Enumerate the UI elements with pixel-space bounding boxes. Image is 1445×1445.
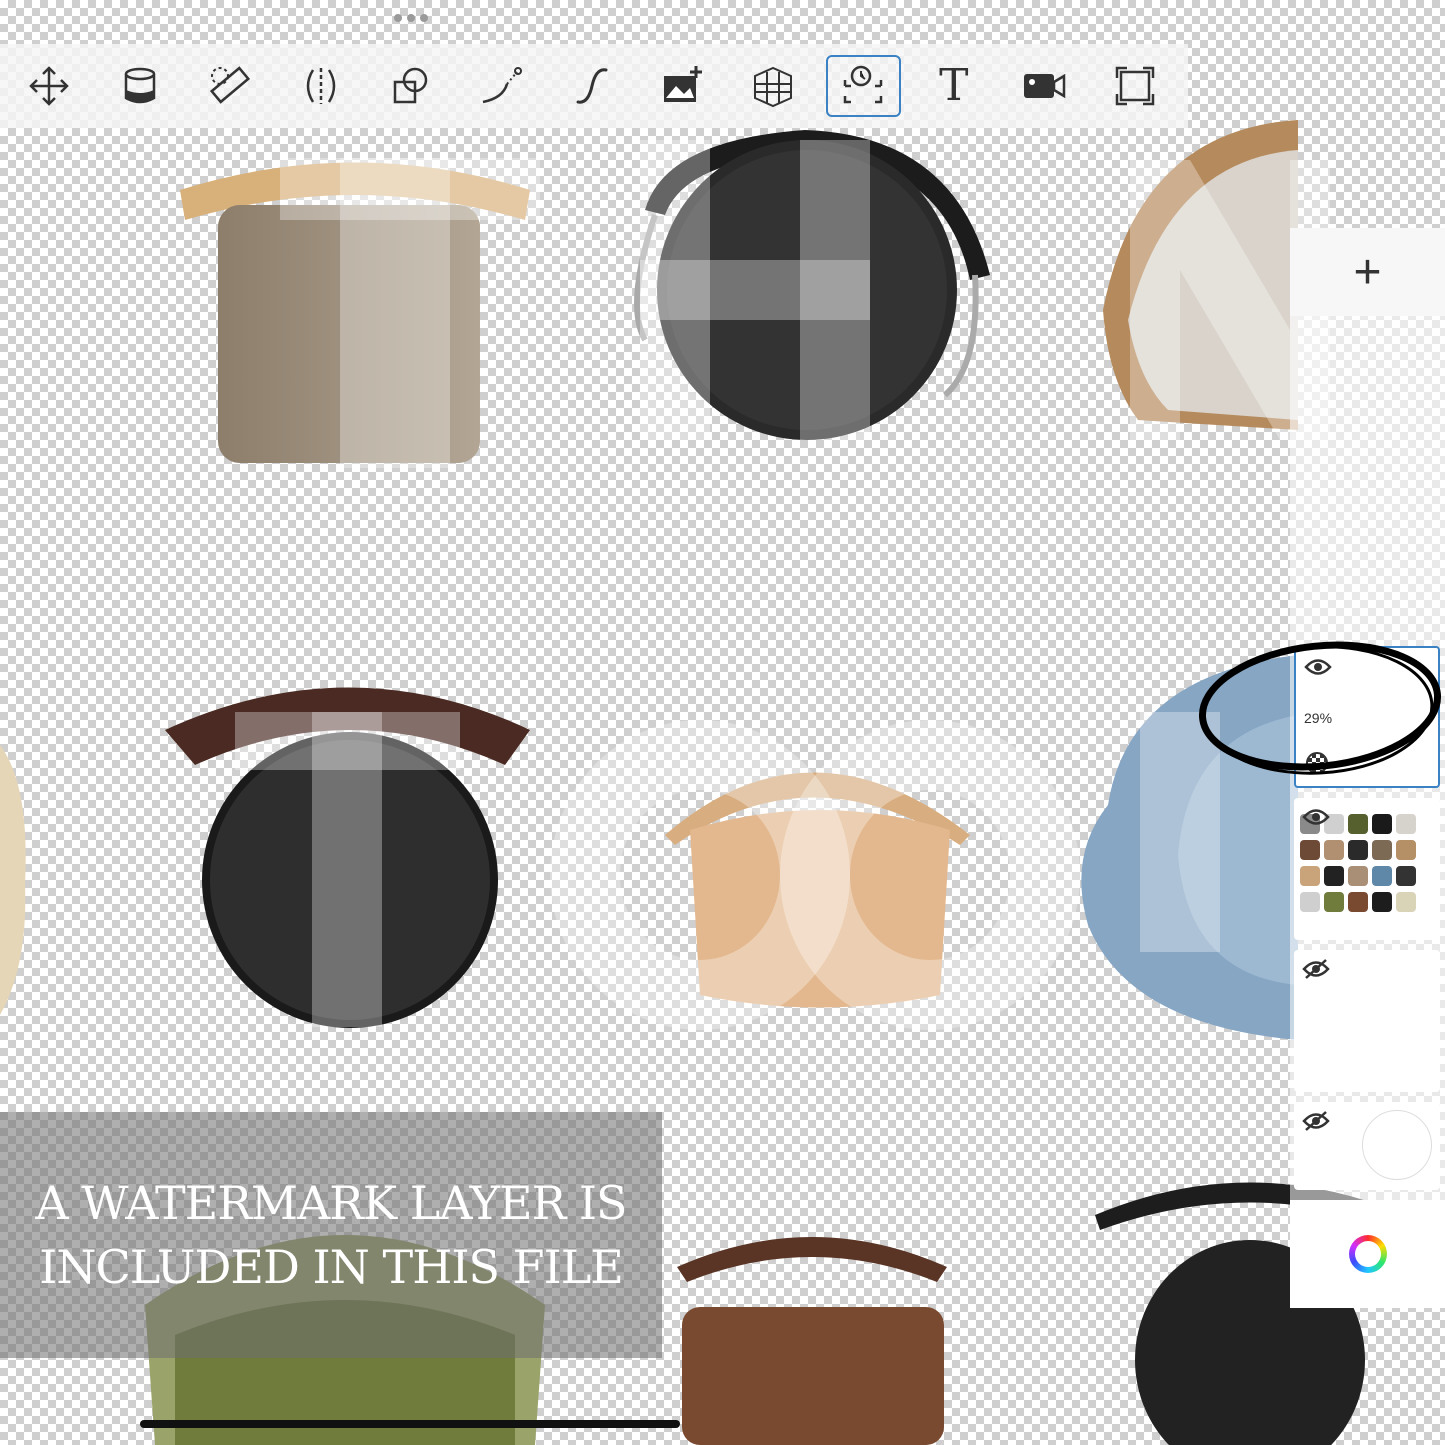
text-icon: T: [939, 60, 969, 111]
chair-wood-shell-beige: [1103, 120, 1298, 430]
notice-line-2: INCLUDED IN THIS FILE: [39, 1240, 624, 1294]
fullscreen-icon: [1115, 66, 1154, 106]
layer-chairs[interactable]: [1294, 798, 1440, 940]
image-insert-tool[interactable]: [645, 55, 719, 117]
curve-tool[interactable]: [464, 55, 538, 117]
chair-beige-upholstered: [180, 162, 530, 463]
stroke-tool[interactable]: [555, 55, 629, 117]
eye-slash-icon[interactable]: [1302, 1110, 1330, 1132]
record-tool[interactable]: [1007, 55, 1081, 117]
symmetry-icon: [306, 68, 335, 104]
layer-thumbnail: [1300, 814, 1440, 912]
add-layer-button[interactable]: +: [1290, 228, 1445, 316]
chair-light-wood: [665, 772, 970, 1008]
layer-thumbnail: [1362, 1110, 1432, 1180]
layer-hidden-2[interactable]: [1294, 1102, 1440, 1190]
eye-icon[interactable]: [1304, 656, 1332, 678]
perspective-tool[interactable]: [736, 55, 810, 117]
chair-black-leather-stool: [165, 687, 530, 1028]
chair-partial-left: [0, 745, 26, 1015]
curve-icon: [483, 67, 523, 104]
fill-tool[interactable]: [102, 55, 176, 117]
move-arrows-icon: [29, 66, 69, 106]
time-lapse-tool[interactable]: [826, 55, 901, 117]
chair-dark-wood: [677, 1237, 947, 1445]
stroke-icon: [576, 68, 608, 104]
move-tool[interactable]: [12, 55, 86, 117]
fullscreen-tool[interactable]: [1098, 55, 1172, 117]
plus-icon: +: [1353, 245, 1382, 299]
image-add-icon: [664, 66, 703, 102]
toolbar-grip-handle[interactable]: [391, 14, 431, 26]
chair-blue-tufted-round: [1081, 655, 1298, 1040]
watermark-notice-banner: A WATERMARK LAYER IS INCLUDED IN THIS FI…: [0, 1112, 662, 1358]
alpha-lock-icon[interactable]: [1306, 752, 1328, 774]
color-wheel-icon: [1348, 1235, 1387, 1273]
shapes-icon: [393, 67, 428, 104]
ruler-tool[interactable]: [193, 55, 267, 117]
shape-tool[interactable]: [374, 55, 448, 117]
time-lapse-icon: [844, 65, 883, 104]
perspective-grid-icon: [753, 66, 792, 108]
video-camera-icon: [1024, 73, 1066, 99]
color-picker-button[interactable]: [1290, 1200, 1445, 1308]
ruler-icon: [210, 66, 251, 104]
chair-black-round-chrome: [634, 130, 990, 440]
paint-bucket-icon: [124, 67, 155, 104]
layer-hidden-1[interactable]: [1294, 950, 1440, 1092]
notice-line-1: A WATERMARK LAYER IS: [35, 1176, 627, 1230]
toolbar: T: [0, 44, 1188, 128]
layer-watermark-selected[interactable]: 29%: [1294, 646, 1440, 788]
layers-panel: + 29%: [1290, 228, 1445, 1308]
eye-slash-icon[interactable]: [1302, 958, 1330, 980]
home-indicator[interactable]: [140, 1420, 680, 1428]
layer-opacity[interactable]: 29%: [1304, 710, 1332, 726]
symmetry-tool[interactable]: [283, 55, 357, 117]
text-tool[interactable]: T: [917, 55, 991, 117]
eye-icon[interactable]: [1302, 806, 1330, 828]
